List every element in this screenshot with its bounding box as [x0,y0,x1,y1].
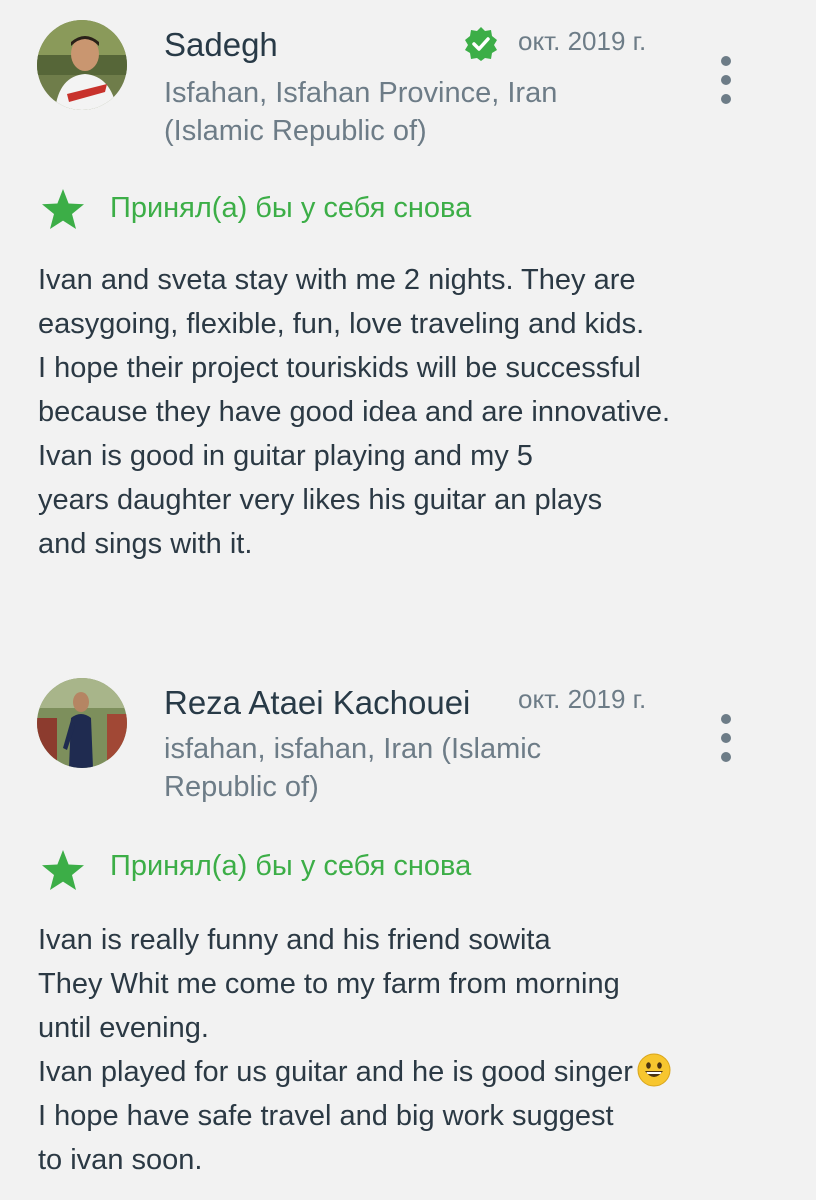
star-icon [42,189,84,229]
review-text-line: They Whit me come to my farm from mornin… [38,968,620,1000]
author-name[interactable]: Sadegh [164,26,278,64]
location-line: isfahan, isfahan, Iran (Islamic [164,733,542,765]
author-location: Isfahan, Isfahan Province, Iran (Islamic… [164,74,557,150]
review-text-line: I hope their project touriskids will be … [38,352,641,384]
recommendation-label: Принял(а) бы у себя снова [110,192,472,224]
review-text-line: Ivan is good in guitar playing and my 5 [38,440,533,472]
review-date: окт. 2019 г. [518,684,647,714]
review-text-line: to ivan soon. [38,1144,203,1176]
review-text-line: Ivan is really funny and his friend sowi… [38,924,551,956]
review-text-line-with-emoji: Ivan played for us guitar and he is good… [38,1050,798,1094]
recommendation-label: Принял(а) бы у себя снова [110,850,472,882]
location-line: Republic of) [164,771,319,803]
location-line: (Islamic Republic of) [164,115,427,147]
author-location: isfahan, isfahan, Iran (Islamic Republic… [164,730,541,806]
more-vert-icon[interactable] [712,714,740,762]
review-text-line: easygoing, flexible, fun, love traveling… [38,308,645,340]
avatar[interactable] [37,678,127,768]
verified-check-icon [465,27,497,61]
review-text-line: until evening. [38,1012,209,1044]
location-line: Isfahan, Isfahan Province, Iran [164,77,558,109]
review-text-line: because they have good idea and are inno… [38,396,671,428]
review-text: Ivan is really funny and his friend sowi… [38,918,798,1182]
review-text-line: I hope have safe travel and big work sug… [38,1100,614,1132]
review-text-line: years daughter very likes his guitar an … [38,484,603,516]
more-vert-icon[interactable] [712,56,740,104]
grinning-face-emoji [637,1053,671,1087]
review-text-line: and sings with it. [38,528,253,560]
review-text-line: Ivan and sveta stay with me 2 nights. Th… [38,264,636,296]
star-icon [42,850,84,890]
review-date: окт. 2019 г. [518,26,647,56]
author-name[interactable]: Reza Ataei Kachouei [164,684,470,722]
review-text: Ivan and sveta stay with me 2 nights. Th… [38,258,798,566]
avatar[interactable] [37,20,127,110]
review-text-line: Ivan played for us guitar and he is good… [38,1056,633,1088]
